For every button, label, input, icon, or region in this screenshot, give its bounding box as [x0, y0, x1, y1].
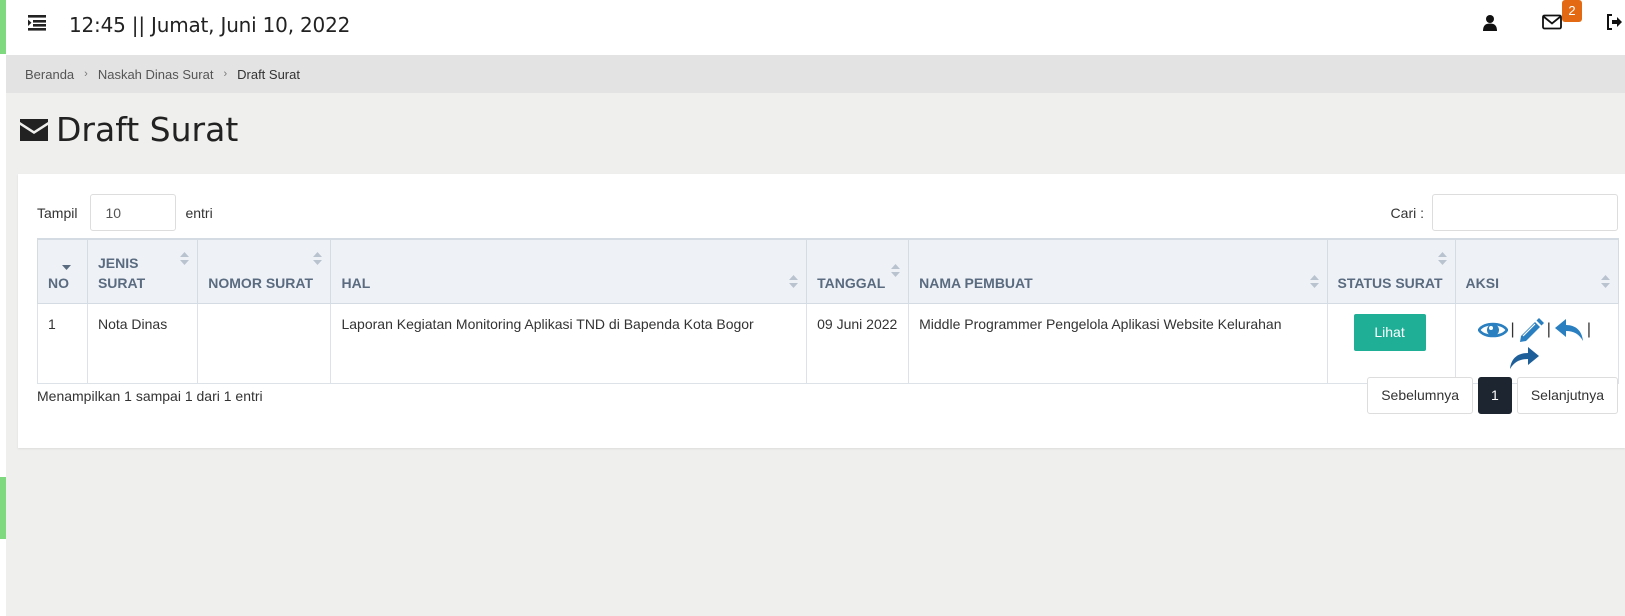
column-header-no[interactable]: NO — [37, 238, 88, 304]
sort-icon — [313, 252, 323, 265]
table-header-row: NO JENIS SURAT NOMOR SURAT HAL TANGGAL N… — [37, 238, 1620, 304]
left-accent-bottom — [0, 477, 6, 539]
page-title: Draft Surat — [18, 110, 238, 149]
logout-icon[interactable] — [1606, 14, 1623, 35]
separator: | — [1510, 320, 1515, 338]
cell-hal: Laporan Kegiatan Monitoring Aplikasi TND… — [330, 302, 808, 384]
user-icon[interactable] — [1482, 14, 1498, 37]
cell-no: 1 — [37, 302, 88, 384]
page-title-text: Draft Surat — [56, 110, 239, 149]
cell-jenis-surat: Nota Dinas — [86, 302, 199, 384]
breadcrumb-home[interactable]: Beranda — [25, 67, 74, 82]
cell-nomor-surat — [197, 302, 332, 384]
pencil-icon[interactable] — [1518, 317, 1544, 342]
envelope-icon — [20, 118, 48, 141]
column-header-aksi[interactable]: AKSI — [1454, 238, 1620, 304]
sort-icon — [1601, 274, 1610, 288]
chevron-right-icon: › — [223, 68, 228, 80]
column-header-hal[interactable]: HAL — [330, 238, 808, 304]
next-page-button[interactable]: Selanjutnya — [1516, 377, 1618, 414]
draft-table: NO JENIS SURAT NOMOR SURAT HAL TANGGAL N… — [37, 238, 1620, 384]
column-header-nomor-surat[interactable]: NOMOR SURAT — [197, 238, 332, 304]
breadcrumb-naskah-dinas[interactable]: Naskah Dinas Surat — [98, 67, 214, 82]
show-label: Tampil — [37, 204, 78, 221]
table-info-text: Menampilkan 1 sampai 1 dari 1 entri — [37, 388, 263, 404]
clock-date-text: 12:45 || Jumat, Juni 10, 2022 — [69, 13, 351, 37]
entries-per-page-select[interactable]: 10 — [90, 194, 177, 231]
table-row: 1 Nota Dinas Laporan Kegiatan Monitoring… — [37, 302, 1620, 384]
search-control: Cari : — [1391, 194, 1618, 231]
breadcrumb: Beranda › Naskah Dinas Surat › Draft Sur… — [6, 55, 1625, 93]
show-entries-control: Tampil 10 entri — [37, 194, 213, 231]
cell-status-surat: Lihat — [1326, 302, 1456, 384]
top-navbar: 12:45 || Jumat, Juni 10, 2022 2 — [6, 0, 1625, 55]
sort-icon — [891, 264, 901, 277]
chevron-right-icon: › — [84, 68, 88, 80]
column-header-tanggal[interactable]: TANGGAL — [806, 238, 910, 304]
action-icons: | | | — [1466, 314, 1608, 372]
draft-table-card: Tampil 10 entri Cari : NO JENIS SURAT NO… — [18, 174, 1625, 448]
notification-badge: 2 — [1562, 0, 1582, 22]
separator: | — [1586, 320, 1592, 338]
pagination: Sebelumnya 1 Selanjutnya — [1367, 377, 1618, 414]
sort-icon — [180, 252, 190, 265]
lihat-button[interactable]: Lihat — [1353, 313, 1426, 351]
sort-desc-icon — [62, 264, 71, 270]
menu-toggle-icon[interactable] — [28, 14, 48, 32]
forward-icon[interactable] — [1508, 346, 1540, 370]
search-input[interactable] — [1432, 194, 1618, 231]
separator: | — [1546, 320, 1551, 338]
breadcrumb-current: Draft Surat — [237, 66, 300, 82]
search-label: Cari : — [1390, 204, 1424, 221]
column-header-nama-pembuat[interactable]: NAMA PEMBUAT — [908, 238, 1328, 304]
cell-nama-pembuat: Middle Programmer Pengelola Aplikasi Web… — [908, 302, 1328, 384]
page-1-button[interactable]: 1 — [1478, 377, 1512, 414]
column-header-status-surat[interactable]: STATUS SURAT — [1326, 238, 1456, 304]
sort-icon — [1309, 274, 1319, 288]
column-header-jenis-surat[interactable]: JENIS SURAT — [86, 238, 199, 304]
mail-icon[interactable] — [1542, 14, 1562, 35]
sort-icon — [1437, 252, 1447, 265]
sort-icon — [789, 274, 799, 288]
entries-label: entri — [185, 204, 213, 221]
cell-aksi: | | | — [1454, 302, 1620, 384]
cell-tanggal: 09 Juni 2022 — [806, 302, 910, 384]
eye-icon[interactable] — [1477, 319, 1509, 341]
reply-icon[interactable] — [1554, 318, 1584, 342]
previous-page-button[interactable]: Sebelumnya — [1367, 377, 1474, 414]
